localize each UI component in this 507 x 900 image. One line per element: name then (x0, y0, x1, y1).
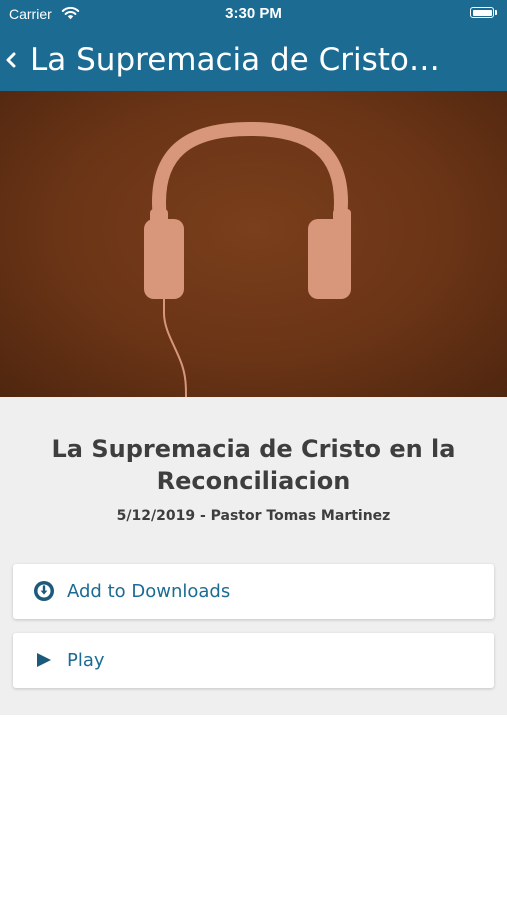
back-button[interactable] (0, 40, 26, 80)
play-label: Play (67, 650, 105, 671)
status-bar: Carrier 3:30 PM (0, 0, 507, 28)
sermon-title-line-2: Reconciliacion (156, 467, 351, 495)
battery-tip (495, 10, 497, 15)
play-button[interactable]: Play (13, 633, 494, 688)
sermon-title: La Supremacia de Cristo en la Reconcilia… (20, 433, 487, 497)
nav-title: La Supremacia de Cristo… (30, 42, 440, 78)
headphones-icon (144, 121, 351, 397)
battery-fill (472, 9, 492, 16)
add-to-downloads-button[interactable]: Add to Downloads (13, 564, 494, 619)
add-to-downloads-label: Add to Downloads (67, 581, 231, 602)
sermon-title-line-1: La Supremacia de Cristo en la (51, 435, 456, 463)
hero-artwork (0, 91, 507, 397)
clock: 3:30 PM (225, 5, 282, 22)
download-circle-icon (34, 581, 54, 601)
chevron-left-icon (6, 52, 16, 68)
play-icon (37, 653, 51, 667)
app-header: Carrier 3:30 PM La Supremacia de Cristo… (0, 0, 507, 91)
sermon-date-speaker: 5/12/2019 - Pastor Tomas Martinez (116, 508, 391, 524)
battery-icon (470, 7, 494, 18)
